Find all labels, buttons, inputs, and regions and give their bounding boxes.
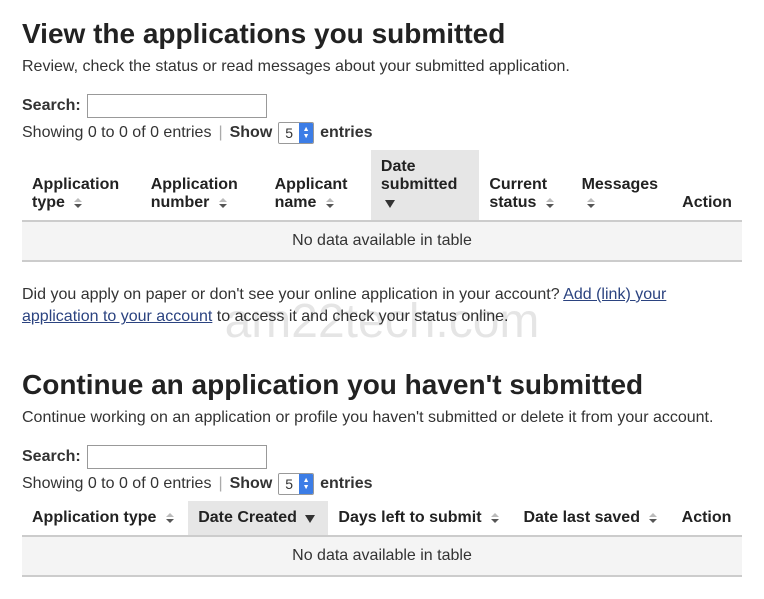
col-label: Application type xyxy=(32,509,156,526)
col-label: Date submitted xyxy=(381,158,457,193)
col-label: Action xyxy=(682,194,732,211)
entries-select[interactable]: 5 ▲▼ xyxy=(278,473,314,495)
sort-both-icon xyxy=(216,196,230,210)
search-label: Search: xyxy=(22,97,81,115)
col-label: Current status xyxy=(489,176,547,211)
entries-select[interactable]: 5 ▲▼ xyxy=(278,122,314,144)
section2-title: Continue an application you haven't subm… xyxy=(22,369,742,401)
draft-applications-table: Application type Date Created Days left … xyxy=(22,501,742,575)
sort-both-icon xyxy=(71,196,85,210)
section1-title: View the applications you submitted xyxy=(22,18,742,50)
search-input[interactable] xyxy=(87,445,267,469)
col-label: Date last saved xyxy=(523,509,640,526)
show-label: Show xyxy=(230,475,273,493)
col-application-type[interactable]: Application type xyxy=(22,150,141,221)
entries-label: entries xyxy=(320,475,372,493)
stepper-icon: ▲▼ xyxy=(299,123,313,143)
col-action: Action xyxy=(672,501,742,536)
sort-desc-icon xyxy=(303,511,317,525)
col-label: Messages xyxy=(582,176,659,193)
divider: | xyxy=(217,475,223,493)
no-data-cell: No data available in table xyxy=(22,536,742,575)
col-action: Action xyxy=(672,150,742,221)
no-data-cell: No data available in table xyxy=(22,221,742,260)
col-applicant-name[interactable]: Applicant name xyxy=(265,150,371,221)
col-application-type[interactable]: Application type xyxy=(22,501,188,536)
paper-prefix: Did you apply on paper or don't see your… xyxy=(22,286,563,303)
entries-select-value: 5 xyxy=(279,474,299,494)
col-application-number[interactable]: Application number xyxy=(141,150,265,221)
col-label: Date Created xyxy=(198,509,297,526)
col-label: Days left to submit xyxy=(338,509,481,526)
submitted-applications-table: Application type Application number Appl… xyxy=(22,150,742,260)
showing-text: Showing 0 to 0 of 0 entries xyxy=(22,475,211,493)
divider: | xyxy=(217,124,223,142)
stepper-icon: ▲▼ xyxy=(299,474,313,494)
sort-both-icon xyxy=(543,196,557,210)
paper-application-text: Did you apply on paper or don't see your… xyxy=(22,284,742,329)
sort-desc-icon xyxy=(383,196,397,210)
col-date-submitted[interactable]: Date submitted xyxy=(371,150,479,221)
sort-both-icon xyxy=(584,196,598,210)
col-date-saved[interactable]: Date last saved xyxy=(513,501,671,536)
showing-text: Showing 0 to 0 of 0 entries xyxy=(22,124,211,142)
paper-suffix: to access it and check your status onlin… xyxy=(212,308,508,325)
search-input[interactable] xyxy=(87,94,267,118)
section1-subtitle: Review, check the status or read message… xyxy=(22,58,742,76)
col-messages[interactable]: Messages xyxy=(572,150,673,221)
search-label: Search: xyxy=(22,448,81,466)
entries-select-value: 5 xyxy=(279,123,299,143)
sort-both-icon xyxy=(646,511,660,525)
show-label: Show xyxy=(230,124,273,142)
col-date-created[interactable]: Date Created xyxy=(188,501,328,536)
sort-both-icon xyxy=(488,511,502,525)
sort-both-icon xyxy=(163,511,177,525)
section2-subtitle: Continue working on an application or pr… xyxy=(22,409,742,427)
sort-both-icon xyxy=(323,196,337,210)
col-days-left[interactable]: Days left to submit xyxy=(328,501,513,536)
col-label: Action xyxy=(682,509,732,526)
table-row: No data available in table xyxy=(22,221,742,260)
entries-label: entries xyxy=(320,124,372,142)
table-row: No data available in table xyxy=(22,536,742,575)
col-current-status[interactable]: Current status xyxy=(479,150,571,221)
